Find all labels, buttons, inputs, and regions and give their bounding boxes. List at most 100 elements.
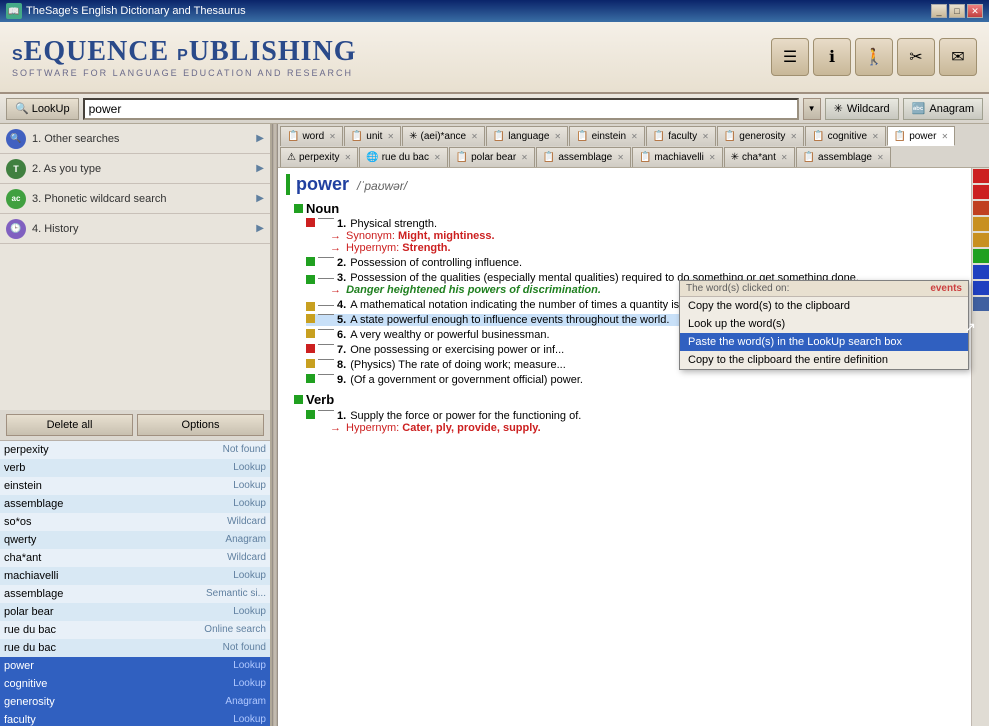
color-block-5[interactable] [973, 249, 989, 263]
tab-close-icon[interactable]: ✕ [387, 132, 394, 141]
tab-close-icon[interactable]: ✕ [329, 132, 336, 141]
search-dropdown-button[interactable]: ▼ [803, 98, 821, 120]
def-7-num: 7. [337, 344, 346, 356]
as-you-type-arrow: ▶ [256, 163, 264, 174]
history-row[interactable]: rue du bacOnline search [0, 621, 270, 639]
tab-generosity[interactable]: 📋generosity✕ [717, 126, 804, 146]
anagram-button[interactable]: 🔤 Anagram [903, 98, 983, 120]
minimize-button[interactable]: _ [931, 4, 947, 18]
history-row[interactable]: cognitiveLookup [0, 675, 270, 693]
pos-verb-indicator [294, 395, 303, 404]
tab-label: assemblage [558, 152, 612, 163]
color-block-7[interactable] [973, 281, 989, 295]
tab-einstein[interactable]: 📋einstein✕ [569, 126, 645, 146]
color-block-6[interactable] [973, 265, 989, 279]
color-block-3[interactable] [973, 217, 989, 231]
history-row[interactable]: qwertyAnagram [0, 531, 270, 549]
info-icon-button[interactable]: ℹ [813, 38, 851, 76]
color-block-8[interactable] [973, 297, 989, 311]
history-row[interactable]: generosityAnagram [0, 693, 270, 711]
history-row[interactable]: facultyLookup [0, 711, 270, 726]
context-item-copy-def[interactable]: Copy to the clipboard the entire definit… [680, 351, 968, 369]
maximize-button[interactable]: □ [949, 4, 965, 18]
tab-close-icon[interactable]: ✕ [631, 132, 638, 141]
phonetic-icon: ac [6, 189, 26, 209]
history-row[interactable]: powerLookup [0, 657, 270, 675]
tab-assemblage[interactable]: 📋assemblage✕ [796, 147, 891, 167]
tab-aeiance[interactable]: ✳(aei)*ance✕ [402, 126, 485, 146]
tab-close-icon[interactable]: ✕ [941, 132, 948, 141]
section-phonetic[interactable]: ac 3. Phonetic wildcard search ▶ [0, 184, 270, 214]
branding-icons[interactable]: ☰ ℹ 🚶 ✂ ✉ [771, 38, 977, 76]
history-row[interactable]: assemblageSemantic si... [0, 585, 270, 603]
close-button[interactable]: ✕ [967, 4, 983, 18]
def-8-text: (Physics) The rate of doing work; measur… [350, 359, 566, 371]
tab-polarbear[interactable]: 📋polar bear✕ [449, 147, 535, 167]
tab-close-icon[interactable]: ✕ [554, 132, 561, 141]
lookup-button[interactable]: 🔍 LookUp [6, 98, 79, 120]
tab-cognitive[interactable]: 📋cognitive✕ [805, 126, 886, 146]
window-controls[interactable]: _ □ ✕ [931, 4, 983, 18]
tab-perpexity[interactable]: ⚠perpexity✕ [280, 147, 358, 167]
history-row[interactable]: machiavelliLookup [0, 567, 270, 585]
history-row[interactable]: so*osWildcard [0, 513, 270, 531]
scissors-icon-button[interactable]: ✂ [897, 38, 935, 76]
color-block-0[interactable] [973, 169, 989, 183]
history-row[interactable]: assemblageLookup [0, 495, 270, 513]
color-block-1[interactable] [973, 185, 989, 199]
def-9-text: (Of a government or government official)… [350, 374, 583, 386]
tab-close-icon[interactable]: ✕ [434, 153, 441, 162]
tab-close-icon[interactable]: ✕ [790, 132, 797, 141]
def-1-row: 1. Physical strength. [306, 218, 963, 230]
tab-close-icon[interactable]: ✕ [877, 153, 884, 162]
section-other-searches[interactable]: 🔍 1. Other searches ▶ [0, 124, 270, 154]
tab-icon: 📋 [351, 131, 363, 142]
tab-word[interactable]: 📋word✕ [280, 126, 343, 146]
envelope-icon-button[interactable]: ✉ [939, 38, 977, 76]
right-panel: 📋word✕📋unit✕✳(aei)*ance✕📋language✕📋einst… [278, 124, 989, 726]
tab-close-icon[interactable]: ✕ [709, 153, 716, 162]
history-row[interactable]: verbLookup [0, 459, 270, 477]
definition-container[interactable]: power /ˈpaʊwər/ Noun 1. Physical strengt… [278, 168, 971, 726]
tab-ruedubac[interactable]: 🌐rue du bac✕ [359, 147, 447, 167]
tab-close-icon[interactable]: ✕ [702, 132, 709, 141]
search-input[interactable] [83, 98, 799, 120]
history-controls: Delete all Options [0, 410, 270, 441]
tab-machiavelli[interactable]: 📋machiavelli✕ [632, 147, 723, 167]
history-list[interactable]: perpexityNot foundverbLookupeinsteinLook… [0, 441, 270, 726]
tab-close-icon[interactable]: ✕ [471, 132, 478, 141]
wildcard-button[interactable]: ✳ Wildcard [825, 98, 899, 120]
tab-language[interactable]: 📋language✕ [486, 126, 568, 146]
color-block-4[interactable] [973, 233, 989, 247]
section-as-you-type[interactable]: T 2. As you type ▶ [0, 154, 270, 184]
delete-all-button[interactable]: Delete all [6, 414, 133, 436]
tab-close-icon[interactable]: ✕ [617, 153, 624, 162]
main-layout: 🔍 1. Other searches ▶ T 2. As you type ▶… [0, 124, 989, 726]
tab-close-icon[interactable]: ✕ [781, 153, 788, 162]
history-row[interactable]: polar bearLookup [0, 603, 270, 621]
tab-icon: ⚠ [287, 152, 296, 163]
context-item-copy-word[interactable]: Copy the word(s) to the clipboard [680, 297, 968, 315]
tab-close-icon[interactable]: ✕ [345, 153, 352, 162]
history-type: Wildcard [227, 552, 266, 563]
history-row[interactable]: rue du bacNot found [0, 639, 270, 657]
person-icon-button[interactable]: 🚶 [855, 38, 893, 76]
history-row[interactable]: einsteinLookup [0, 477, 270, 495]
history-row[interactable]: cha*antWildcard [0, 549, 270, 567]
options-button[interactable]: Options [137, 414, 264, 436]
section-history[interactable]: 🕒 4. History ▶ [0, 214, 270, 244]
color-block-2[interactable] [973, 201, 989, 215]
def-2-indicator [306, 257, 315, 266]
tab-power[interactable]: 📋power✕ [887, 126, 955, 146]
context-item-lookup[interactable]: Look up the word(s) [680, 315, 968, 333]
tab-faculty[interactable]: 📋faculty✕ [646, 126, 716, 146]
tab-close-icon[interactable]: ✕ [521, 153, 528, 162]
tab-unit[interactable]: 📋unit✕ [344, 126, 401, 146]
tab-assemblage[interactable]: 📋assemblage✕ [536, 147, 631, 167]
context-item-paste-lookup[interactable]: Paste the word(s) in the LookUp search b… [680, 333, 968, 351]
tab-close-icon[interactable]: ✕ [872, 132, 879, 141]
menu-icon-button[interactable]: ☰ [771, 38, 809, 76]
history-row[interactable]: perpexityNot found [0, 441, 270, 459]
history-word: rue du bac [4, 642, 219, 654]
tab-chaant[interactable]: ✳cha*ant✕ [724, 147, 795, 167]
